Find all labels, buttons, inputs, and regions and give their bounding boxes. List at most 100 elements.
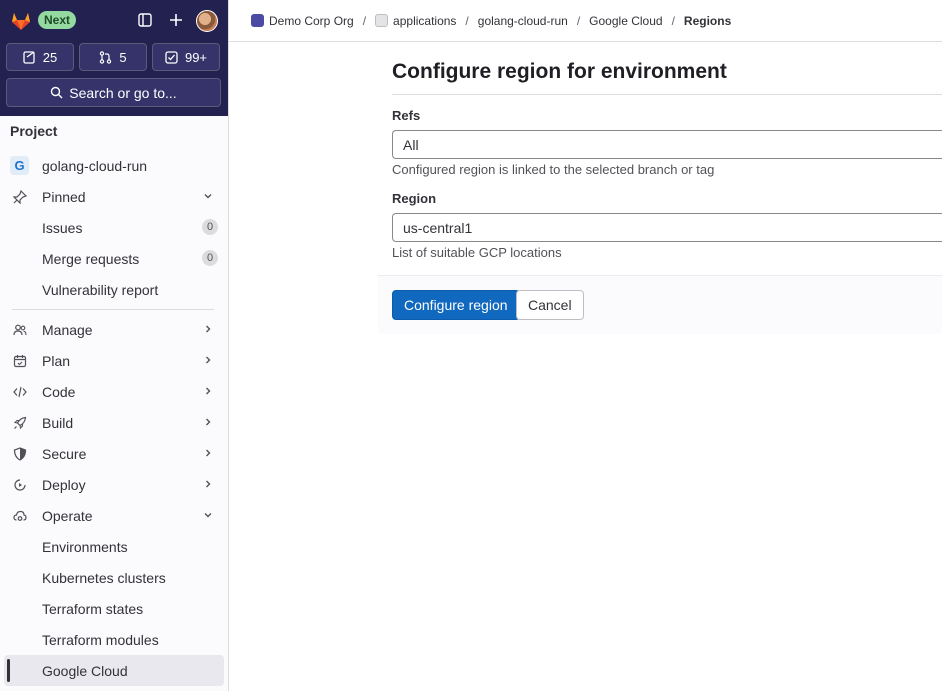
chevron-down-icon (204, 194, 212, 199)
sidebar-item-merge-requests[interactable]: Merge requests 0 (4, 243, 224, 274)
breadcrumb-label: Google Cloud (589, 13, 663, 28)
breadcrumb-label: applications (393, 13, 457, 28)
sidebar-item-label: Terraform states (42, 600, 144, 617)
sidebar-top: Next 25 5 99+ Search or go to... (0, 0, 228, 116)
project-name: golang-cloud-run (42, 157, 148, 174)
sidebar-item-label: Issues (42, 219, 83, 236)
form-actions: Configure region Cancel (378, 275, 942, 334)
breadcrumb-item-project[interactable]: golang-cloud-run (478, 14, 568, 28)
issues-count: 25 (42, 49, 58, 65)
shield-icon (12, 446, 28, 462)
sidebar-heading: Project (10, 123, 58, 139)
refs-select[interactable]: All (392, 130, 942, 159)
sidebar-toggle-icon[interactable] (135, 10, 155, 30)
chevron-right-icon (206, 480, 211, 488)
sidebar-item-operate[interactable]: Operate (4, 500, 224, 531)
project-avatar: G (10, 156, 29, 175)
issues-badge: 0 (202, 219, 218, 235)
title-divider (392, 94, 942, 95)
sidebar-item-label: Vulnerability report (42, 281, 159, 298)
chevron-down-icon (204, 513, 212, 518)
breadcrumb-item-org[interactable]: Demo Corp Org (251, 14, 354, 28)
deploy-icon (12, 477, 28, 493)
sidebar-item-label: Merge requests (42, 250, 140, 267)
sidebar-item-label: Operate (42, 507, 93, 524)
search-label: Search or go to... (69, 84, 177, 101)
breadcrumb-item-google-cloud[interactable]: Google Cloud (589, 14, 662, 28)
breadcrumb-separator: / (465, 13, 469, 28)
sidebar-item-label: Secure (42, 445, 87, 462)
rocket-icon (12, 415, 28, 431)
sidebar-item-secure[interactable]: Secure (4, 438, 224, 469)
sidebar-item-label: Kubernetes clusters (42, 569, 166, 586)
refs-help-text: Configured region is linked to the selec… (392, 162, 715, 177)
region-label: Region (392, 191, 437, 206)
search-button[interactable]: Search or go to... (6, 78, 221, 107)
sidebar-item-label: Manage (42, 321, 93, 338)
todos-count-button[interactable]: 99+ (152, 43, 220, 71)
breadcrumb-label: Regions (683, 13, 732, 28)
user-avatar[interactable] (196, 10, 218, 32)
chevron-right-icon (206, 356, 211, 364)
sidebar-item-deploy[interactable]: Deploy (4, 469, 224, 500)
merge-requests-count: 5 (119, 49, 127, 65)
chevron-right-icon (206, 387, 211, 395)
merge-requests-count-button[interactable]: 5 (79, 43, 147, 71)
merge-request-icon (100, 50, 112, 64)
sidebar-item-manage[interactable]: Manage (4, 314, 224, 345)
sidebar-item-kubernetes-clusters[interactable]: Kubernetes clusters (4, 562, 224, 593)
org-avatar-icon (251, 14, 264, 27)
thumbtack-icon (12, 189, 28, 205)
configure-region-button[interactable]: Configure region (392, 290, 520, 320)
breadcrumb-item-group[interactable]: applications (375, 14, 456, 28)
sidebar-item-label: Build (42, 414, 74, 431)
page-title: Configure region for environment (392, 60, 727, 83)
sidebar-item-label: Plan (42, 352, 71, 369)
chevron-right-icon (206, 449, 211, 457)
sidebar-item-build[interactable]: Build (4, 407, 224, 438)
refs-label: Refs (392, 108, 421, 123)
todos-count: 99+ (184, 49, 208, 65)
cloud-gear-icon (12, 508, 28, 524)
project-link[interactable]: G golang-cloud-run (4, 150, 224, 181)
breadcrumb-separator: / (362, 13, 367, 28)
sidebar-item-label: Terraform modules (42, 631, 159, 648)
sidebar: Next 25 5 99+ Search or go to... Project… (0, 0, 229, 691)
sidebar-item-environments[interactable]: Environments (4, 531, 224, 562)
breadcrumb-label: Demo Corp Org (269, 13, 354, 28)
next-badge[interactable]: Next (38, 11, 77, 29)
sidebar-item-vulnerability-report[interactable]: Vulnerability report (4, 274, 224, 305)
merge-requests-badge: 0 (202, 250, 218, 266)
sidebar-item-label: Environments (42, 538, 128, 555)
sidebar-nav: G golang-cloud-run Pinned Issues 0 Merge… (0, 150, 228, 686)
sidebar-item-plan[interactable]: Plan (4, 345, 224, 376)
pinned-section-toggle[interactable]: Pinned (4, 181, 224, 212)
sidebar-item-google-cloud[interactable]: Google Cloud (4, 655, 224, 686)
region-select[interactable]: us-central1 (392, 213, 942, 242)
sidebar-item-label: Deploy (42, 476, 86, 493)
search-icon (51, 86, 63, 99)
group-avatar-icon (375, 14, 389, 27)
breadcrumb: Demo Corp Org / applications / golang-cl… (229, 0, 942, 42)
sidebar-item-label: Google Cloud (42, 662, 128, 679)
region-help-text: List of suitable GCP locations (392, 245, 562, 260)
region-value: us-central1 (403, 219, 473, 236)
sidebar-divider (12, 309, 214, 310)
breadcrumb-separator: / (576, 13, 581, 28)
sidebar-item-terraform-modules[interactable]: Terraform modules (4, 624, 224, 655)
sidebar-item-terraform-states[interactable]: Terraform states (4, 593, 224, 624)
sidebar-item-issues[interactable]: Issues 0 (4, 212, 224, 243)
breadcrumb-label: golang-cloud-run (477, 13, 568, 28)
cancel-button[interactable]: Cancel (516, 290, 584, 320)
gitlab-logo-icon[interactable] (9, 8, 33, 32)
issues-count-button[interactable]: 25 (6, 43, 74, 71)
breadcrumb-item-regions[interactable]: Regions (684, 14, 731, 28)
code-icon (12, 384, 28, 400)
issues-icon (23, 50, 35, 64)
chevron-right-icon (206, 418, 211, 426)
chevron-right-icon (206, 325, 211, 333)
calendar-icon (12, 353, 28, 369)
sidebar-item-code[interactable]: Code (4, 376, 224, 407)
plus-icon[interactable] (166, 10, 186, 30)
breadcrumb-separator: / (671, 13, 675, 28)
